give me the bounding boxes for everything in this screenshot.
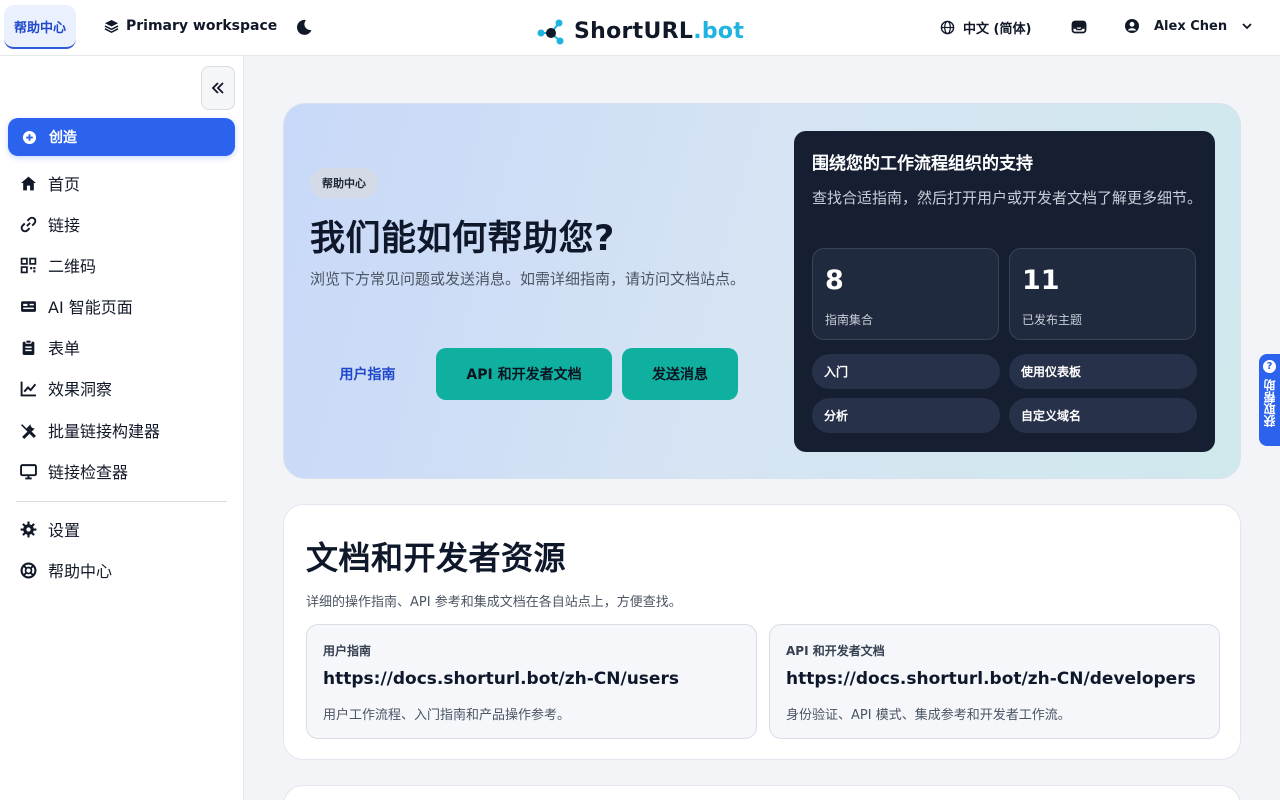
doc-card-description: 身份验证、API 模式、集成参考和开发者工作流。 [786,708,1071,723]
stat-label: 指南集合 [825,313,874,327]
user-menu[interactable]: Alex Chen [1124,18,1253,34]
stat-value: 8 [825,265,844,296]
double-chevron-left-icon [211,82,224,94]
sidebar-item-label: 设置 [48,521,81,540]
id-card-icon [21,300,36,312]
sidebar-item-label: 链接检查器 [48,463,129,482]
hero-badge: 帮助中心 [310,168,378,198]
docs-resources-section: 文档和开发者资源 详细的操作指南、API 参考和集成文档在各自站点上，方便查找。… [283,504,1241,760]
sidebar-item-forms[interactable]: 表单 [20,335,80,359]
stat-published-topics: 11 已发布主题 [1009,248,1196,340]
globe-icon [940,20,955,35]
hero-title: 我们能如何帮助您? [310,219,615,259]
chevron-down-icon [1242,23,1252,30]
support-overview-card: 围绕您的工作流程组织的支持 查找合适指南，然后打开用户或开发者文档了解更多细节。… [794,131,1215,452]
sidebar-item-ai-pages[interactable]: AI 智能页面 [20,294,133,318]
stat-value: 11 [1022,265,1060,296]
sidebar-item-label: AI 智能页面 [48,298,133,317]
create-label: 创造 [49,130,77,146]
chart-line-icon [20,381,37,396]
life-ring-icon [20,562,37,578]
doc-card-url[interactable]: https://docs.shorturl.bot/zh-CN/develope… [786,669,1196,689]
help-hero-section: 帮助中心 我们能如何帮助您? 浏览下方常见问题或发送消息。如需详细指南，请访问文… [283,103,1241,479]
sidebar-item-label: 帮助中心 [48,562,113,581]
app-logo[interactable]: ShortURL.bot [536,16,744,46]
link-icon [20,216,37,232]
sidebar-item-label: 效果洞察 [48,380,113,399]
sidebar-item-label: 链接 [48,216,81,235]
user-guide-card[interactable]: 用户指南 https://docs.shorturl.bot/zh-CN/use… [306,624,757,739]
tools-icon [21,423,36,439]
support-card-title: 围绕您的工作流程组织的支持 [812,154,1033,174]
help-center-tab[interactable]: 帮助中心 [4,5,76,49]
sidebar-divider [16,501,227,502]
top-bar: 帮助中心 Primary workspace ShortURL.bot 中文 (… [0,0,1280,56]
clipboard-icon [22,339,35,355]
create-button[interactable]: 创造 [8,118,235,156]
user-avatar-icon [1125,19,1139,33]
topic-chip[interactable]: 入门 [812,354,1000,389]
language-selector[interactable]: 中文 (简体) [940,18,1031,37]
language-label: 中文 (简体) [963,22,1032,37]
sidebar-item-insights[interactable]: 效果洞察 [20,376,112,400]
docs-title: 文档和开发者资源 [306,539,567,577]
get-help-label: 获取帮助 [1263,379,1277,427]
topic-chip[interactable]: 自定义域名 [1009,398,1197,433]
layers-icon [104,19,119,33]
doc-card-label: API 和开发者文档 [786,644,885,658]
sidebar-item-label: 二维码 [48,257,97,276]
sidebar-item-label: 批量链接构建器 [48,422,161,441]
inbox-icon[interactable] [1071,19,1087,35]
send-message-button[interactable]: 发送消息 [622,348,738,400]
user-name: Alex Chen [1154,18,1228,34]
logo-nodes-icon [537,19,564,45]
topic-chip[interactable]: 分析 [812,398,1000,433]
moon-icon[interactable] [295,18,313,36]
sidebar-item-settings[interactable]: 设置 [20,517,80,541]
sidebar-item-home[interactable]: 首页 [20,171,80,195]
hero-subtitle: 浏览下方常见问题或发送消息。如需详细指南，请访问文档站点。 [310,270,746,288]
qr-code-icon [20,257,37,273]
topic-chip[interactable]: 使用仪表板 [1009,354,1197,389]
doc-card-url[interactable]: https://docs.shorturl.bot/zh-CN/users [323,669,679,689]
api-docs-button[interactable]: API 和开发者文档 [436,348,612,400]
collapse-sidebar-button[interactable] [201,66,235,110]
stat-guide-collections: 8 指南集合 [812,248,999,340]
user-guide-button[interactable]: 用户指南 [310,348,425,400]
doc-card-description: 用户工作流程、入门指南和产品操作参考。 [323,708,571,723]
logo-text: ShortURL.bot [574,18,745,44]
sidebar-item-bulk-link-builder[interactable]: 批量链接构建器 [20,418,160,442]
sidebar: 创造 首页 链接 二维码 AI 智能页面 表单 效果洞察 批量链接构建器 链接检… [0,56,244,800]
get-help-tab[interactable]: ? 获取帮助 [1259,354,1280,446]
gear-icon [20,521,37,537]
home-icon [21,176,36,190]
plus-circle-icon [22,130,37,144]
docs-subtitle: 详细的操作指南、API 参考和集成文档在各自站点上，方便查找。 [306,595,682,610]
developer-docs-card[interactable]: API 和开发者文档 https://docs.shorturl.bot/zh-… [769,624,1220,739]
workspace-switcher[interactable]: Primary workspace [104,18,277,34]
sidebar-item-help-center[interactable]: 帮助中心 [20,558,112,582]
support-card-description: 查找合适指南，然后打开用户或开发者文档了解更多细节。 [812,189,1203,207]
doc-card-label: 用户指南 [323,644,372,658]
stat-label: 已发布主题 [1022,313,1083,327]
question-icon: ? [1263,360,1276,373]
sidebar-item-qr-codes[interactable]: 二维码 [20,253,96,277]
sidebar-item-label: 表单 [48,339,81,358]
workspace-name: Primary workspace [126,18,278,34]
sidebar-item-label: 首页 [48,175,81,194]
next-section-card [283,785,1241,800]
monitor-icon [20,463,37,479]
sidebar-item-link-checker[interactable]: 链接检查器 [20,459,128,483]
sidebar-item-links[interactable]: 链接 [20,212,80,236]
